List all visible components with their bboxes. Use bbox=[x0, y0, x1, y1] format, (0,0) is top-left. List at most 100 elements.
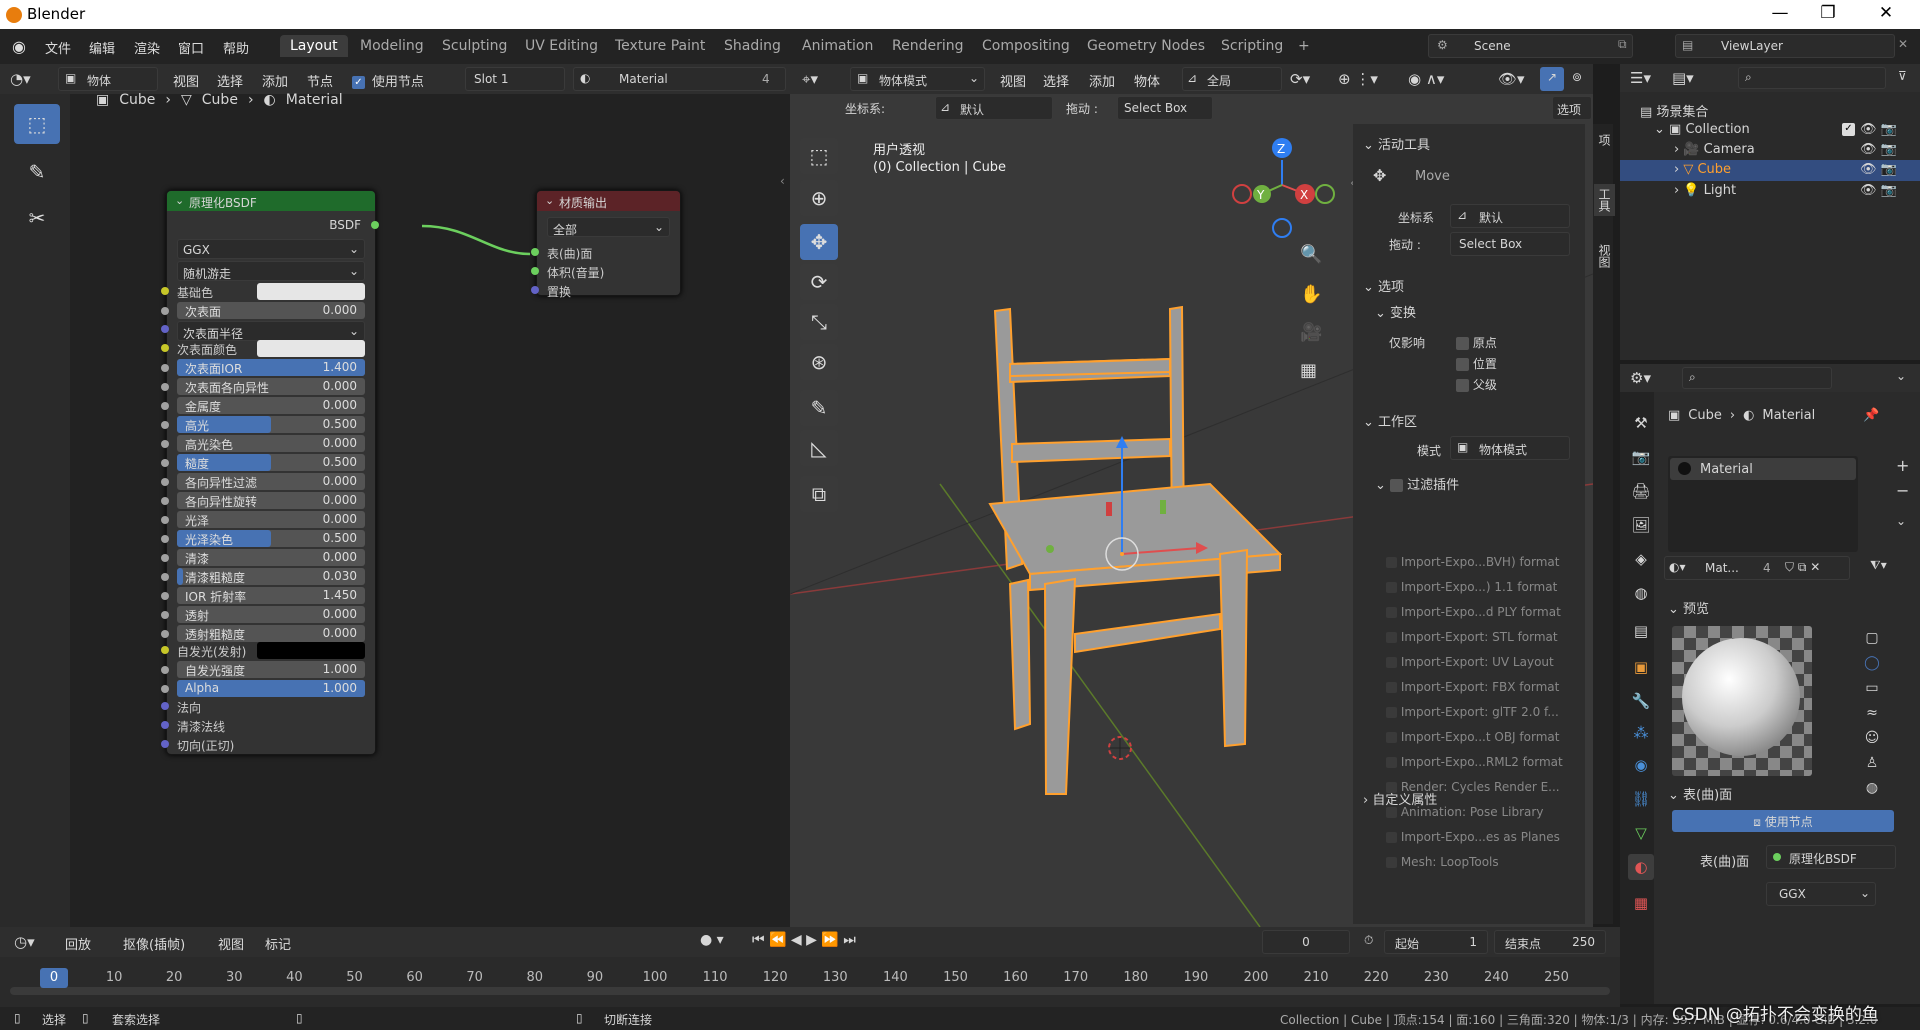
bsdf-slider[interactable]: IOR 折射率 1.450 bbox=[177, 587, 365, 604]
properties-search[interactable]: ⌕ bbox=[1682, 367, 1832, 389]
input-socket[interactable] bbox=[161, 554, 169, 562]
emission-swatch[interactable] bbox=[257, 642, 365, 659]
tool-drag-select[interactable]: Select Box bbox=[1450, 232, 1570, 256]
input-socket[interactable] bbox=[161, 383, 169, 391]
distribution-select[interactable]: GGX ⌄ bbox=[1766, 882, 1876, 906]
addon-filter-item[interactable]: Import-Expo...es as Planes bbox=[1386, 830, 1560, 844]
add-cube-tool[interactable]: ⧉ bbox=[800, 476, 838, 512]
options-button[interactable]: 选项 bbox=[1552, 96, 1592, 120]
tool-orient-select[interactable]: ⊿ 默认 bbox=[1450, 204, 1570, 228]
pin-icon[interactable]: 📌 bbox=[1863, 408, 1879, 423]
preview-shape-buttons[interactable]: ▢ ◯ ▭ ≈ ☺ ♙ ◍ bbox=[1860, 626, 1884, 801]
editor-type-icon[interactable]: ◔▾ bbox=[10, 70, 31, 88]
timeline-editor-icon[interactable]: ◷▾ bbox=[14, 933, 35, 951]
material-slot-row[interactable]: Material bbox=[1670, 458, 1856, 480]
active-tool-header[interactable]: ⌄ 活动工具 bbox=[1363, 134, 1430, 153]
stopwatch-icon[interactable]: ⏱ bbox=[1364, 933, 1373, 948]
tab-animation[interactable]: Animation bbox=[792, 35, 883, 57]
bsdf-slider[interactable]: 清漆 0.000 bbox=[177, 549, 365, 566]
addon-filter-item[interactable]: Render: Cycles Render E... bbox=[1386, 780, 1560, 794]
menu-file[interactable]: 文件 bbox=[45, 38, 71, 57]
bsdf-slider[interactable]: 各向异性过滤 0.000 bbox=[177, 473, 365, 490]
input-socket[interactable] bbox=[161, 307, 169, 315]
new-scene-icon[interactable]: ⧉ bbox=[1618, 37, 1627, 52]
preview-header[interactable]: ⌄ 预览 bbox=[1668, 598, 1709, 617]
tab-view[interactable]: 视图 bbox=[1596, 244, 1613, 268]
end-frame-field[interactable]: 结束点 250 bbox=[1494, 930, 1606, 954]
tab-compositing[interactable]: Compositing bbox=[972, 35, 1080, 57]
tab-uv-editing[interactable]: UV Editing bbox=[515, 35, 608, 57]
addon-filter-item[interactable]: Import-Expo...RML2 format bbox=[1386, 755, 1563, 769]
bsdf-slider[interactable]: 透射 0.000 bbox=[177, 606, 365, 623]
bsdf-output-socket[interactable] bbox=[371, 221, 379, 229]
node-editor[interactable]: ◔▾ ▣ 物体 视图 选择 添加 节点 ✓ 使用节点 Slot 1 ◐ Mate… bbox=[0, 64, 790, 927]
outliner-search[interactable]: ⌕ bbox=[1738, 67, 1886, 89]
object-tab-icon[interactable]: ▣ bbox=[1628, 654, 1654, 680]
addon-filter-item[interactable]: Import-Export: FBX format bbox=[1386, 680, 1559, 694]
viewport-menu-view[interactable]: 视图 bbox=[1000, 71, 1026, 90]
clearcoat-normal-socket[interactable] bbox=[161, 721, 169, 729]
addon-filter-item[interactable]: Import-Expo...d PLY format bbox=[1386, 605, 1561, 619]
outliner-item-cube[interactable]: › ▽ Cube bbox=[1674, 162, 1731, 177]
workspace-mode-select[interactable]: ▣ 物体模式 bbox=[1450, 436, 1570, 460]
visibility-eye-icon[interactable]: 👁 📷 bbox=[1860, 142, 1897, 157]
surface-header[interactable]: ⌄ 表(曲)面 bbox=[1668, 784, 1732, 803]
visibility-eye-icon[interactable]: 👁 📷 bbox=[1860, 122, 1897, 137]
overlay-icon[interactable]: ⊚ bbox=[1572, 70, 1582, 84]
viewport-menu-object[interactable]: 物体 bbox=[1134, 71, 1160, 90]
use-nodes-button[interactable]: ⧈ 使用节点 bbox=[1672, 810, 1894, 832]
rotate-tool[interactable]: ⟳ bbox=[800, 264, 838, 300]
input-socket[interactable] bbox=[161, 630, 169, 638]
material-output-node[interactable]: ⌄ 材质输出 全部 ⌄ 表(曲)面 体积(音量) 置换 bbox=[531, 190, 681, 299]
tab-tool[interactable]: 工具 bbox=[1594, 184, 1615, 216]
gizmo-toggle-icon[interactable]: ↗ bbox=[1540, 67, 1564, 91]
fake-user-icon[interactable]: ⛉ ⧉ ✕ bbox=[1785, 560, 1820, 575]
blender-menu-icon[interactable]: ◉ bbox=[12, 37, 26, 56]
addon-filter-item[interactable]: Mesh: LoopTools bbox=[1386, 855, 1499, 869]
volume-socket[interactable] bbox=[531, 267, 539, 275]
chevron-down-icon[interactable]: ⌄ bbox=[1896, 514, 1906, 528]
workspace-header[interactable]: ⌄ 工作区 bbox=[1363, 411, 1417, 430]
material-datablock[interactable]: ◐▾ Mat... 4 ⛉ ⧉ ✕ bbox=[1664, 556, 1850, 580]
timeline-menu-marker[interactable]: 标记 bbox=[265, 934, 291, 953]
addon-filter-item[interactable]: Import-Expo...) 1.1 format bbox=[1386, 580, 1557, 594]
tab-sculpting[interactable]: Sculpting bbox=[432, 35, 517, 57]
menu-edit[interactable]: 编辑 bbox=[89, 38, 115, 57]
subsurface-radius-select[interactable]: 次表面半径 ⌄ bbox=[177, 321, 365, 341]
remove-slot-icon[interactable]: − bbox=[1896, 481, 1909, 500]
transform-header[interactable]: ⌄ 变换 bbox=[1375, 302, 1416, 321]
affect-origin-checkbox[interactable]: 原点 bbox=[1456, 334, 1497, 351]
start-frame-field[interactable]: 起始 1 bbox=[1384, 930, 1488, 954]
input-socket[interactable] bbox=[161, 611, 169, 619]
collection-tab-icon[interactable]: ▤ bbox=[1628, 618, 1654, 644]
normal-socket[interactable] bbox=[161, 702, 169, 710]
remove-viewlayer-icon[interactable]: ✕ bbox=[1898, 37, 1908, 51]
timeline-menu-view[interactable]: 视图 bbox=[218, 934, 244, 953]
input-socket[interactable] bbox=[161, 459, 169, 467]
outliner-item-camera[interactable]: › 🎥 Camera bbox=[1674, 142, 1755, 157]
options-header[interactable]: ⌄ 选项 bbox=[1363, 276, 1404, 295]
collection-row[interactable]: ⌄ ▣ Collection bbox=[1654, 122, 1750, 137]
maximize-icon[interactable]: ❐ bbox=[1808, 3, 1848, 23]
proportional-edit-icon[interactable]: ◉ ∧▾ bbox=[1408, 70, 1444, 88]
tab-layout[interactable]: Layout bbox=[280, 35, 348, 57]
outliner-editor-icon[interactable]: ☰▾ bbox=[1630, 69, 1651, 87]
drag-select[interactable]: Select Box bbox=[1117, 96, 1213, 120]
bsdf-slider[interactable]: 金属度 0.000 bbox=[177, 397, 365, 414]
scale-tool[interactable]: ⤡ bbox=[800, 304, 838, 340]
tab-shading[interactable]: Shading bbox=[714, 35, 791, 57]
addon-filter-item[interactable]: Import-Expo...BVH) format bbox=[1386, 555, 1560, 569]
timeline-scrollbar[interactable] bbox=[10, 987, 1610, 995]
annotate-tool[interactable]: ✎ bbox=[14, 152, 60, 192]
sidebar-toggle-icon[interactable]: ‹ bbox=[780, 174, 785, 188]
browse-node-icon[interactable]: ⧨▾ bbox=[1870, 558, 1887, 573]
input-socket[interactable] bbox=[161, 402, 169, 410]
bsdf-slider[interactable]: 清漆粗糙度 0.030 bbox=[177, 568, 365, 585]
affect-parent-checkbox[interactable]: 父级 bbox=[1456, 376, 1497, 393]
menu-window[interactable]: 窗口 bbox=[178, 38, 204, 57]
subsurface-color-swatch[interactable] bbox=[257, 340, 365, 357]
principled-bsdf-node[interactable]: ⌄ 原理化BSDF BSDF GGX ⌄ 随机游走 ⌄ 基础色 次表面半径 ⌄ 次表面… bbox=[161, 190, 379, 755]
bsdf-slider[interactable]: 次表面IOR 1.400 bbox=[177, 359, 365, 376]
world-tab-icon[interactable]: ◍ bbox=[1628, 580, 1654, 606]
material-tab-icon[interactable]: ◐ bbox=[1628, 854, 1654, 880]
